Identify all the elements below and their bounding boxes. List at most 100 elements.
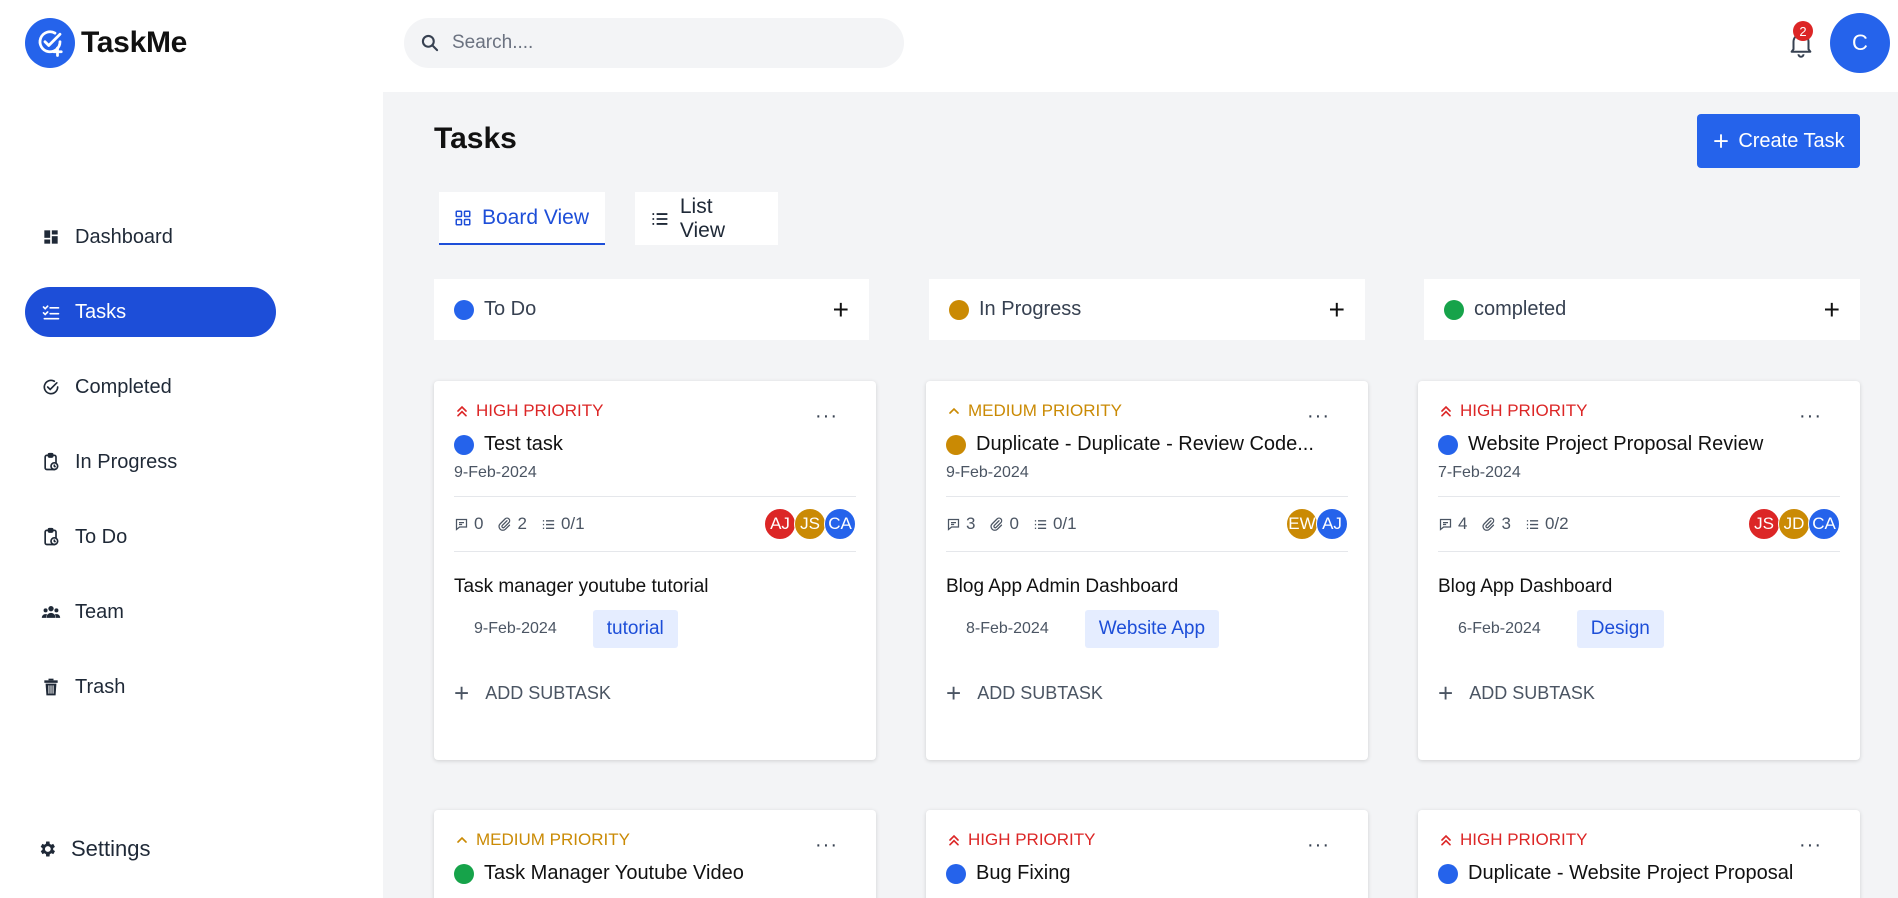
double-chevron-up-icon — [457, 405, 467, 417]
avatar[interactable]: EW — [1286, 508, 1318, 540]
priority-text: HIGH PRIORITY — [1460, 830, 1588, 849]
list-icon — [1034, 519, 1047, 529]
sidebar-item-team[interactable]: Team — [25, 587, 276, 637]
comment-icon — [947, 518, 960, 531]
sidebar-item-trash[interactable]: Trash — [25, 662, 276, 712]
subtask-title: Task manager youtube tutorial — [454, 576, 709, 597]
priority-text: HIGH PRIORITY — [968, 830, 1096, 849]
gear-icon — [40, 841, 55, 857]
sidebar-item-tasks[interactable]: Tasks — [25, 287, 276, 337]
add-task-button[interactable]: + — [1824, 295, 1840, 324]
comment-count: 4 — [1458, 514, 1468, 533]
sidebar-item-label: In Progress — [75, 450, 178, 473]
task-card[interactable]: MEDIUM PRIORITY ··· Task Manager Youtube… — [434, 810, 876, 898]
sidebar-item-label: Trash — [75, 675, 126, 698]
add-task-button[interactable]: + — [1329, 295, 1345, 324]
task-card[interactable]: HIGH PRIORITY ··· Duplicate - Website Pr… — [1418, 810, 1860, 898]
attachment-count: 2 — [517, 514, 527, 533]
column-header-todo: To Do + — [434, 279, 869, 340]
more-options-button[interactable]: ··· — [1307, 405, 1330, 428]
task-title: Test task — [484, 433, 563, 455]
comment-count: 3 — [966, 514, 976, 533]
priority-text: MEDIUM PRIORITY — [968, 401, 1122, 420]
add-task-button[interactable]: + — [833, 295, 849, 324]
sidebar-item-to-do[interactable]: To Do — [25, 512, 276, 562]
add-subtask-button[interactable]: + ADD SUBTASK — [454, 678, 856, 709]
task-date: 9-Feb-2024 — [946, 464, 1029, 481]
avatar[interactable]: JS — [794, 508, 826, 540]
sidebar-item-dashboard[interactable]: Dashboard — [25, 212, 276, 262]
subtask-date: 6-Feb-2024 — [1458, 620, 1541, 637]
settings-button[interactable]: Settings — [37, 836, 151, 862]
tab-label: List View — [679, 194, 726, 242]
task-card[interactable]: MEDIUM PRIORITY ··· Duplicate - Duplicat… — [926, 381, 1368, 760]
divider — [454, 551, 856, 552]
status-dot — [949, 299, 969, 320]
subtask-title: Blog App Admin Dashboard — [946, 576, 1179, 597]
grid-icon — [455, 210, 471, 225]
notification-badge: 2 — [1793, 21, 1813, 41]
column-title: To Do — [484, 298, 537, 320]
add-subtask-button[interactable]: + ADD SUBTASK — [946, 678, 1348, 709]
task-date: 7-Feb-2024 — [1438, 464, 1521, 481]
double-chevron-up-icon — [949, 834, 959, 846]
plus-icon — [1714, 134, 1729, 148]
assignee-avatars: AJ JS CA — [764, 508, 856, 540]
tab-board-view[interactable]: Board View — [439, 192, 605, 245]
avatar[interactable]: CA — [824, 508, 856, 540]
status-dot — [1438, 434, 1458, 455]
chevron-up-icon — [949, 407, 959, 414]
avatar[interactable]: JS — [1748, 508, 1780, 540]
priority-label: HIGH PRIORITY — [946, 830, 1348, 850]
avatar[interactable]: JD — [1778, 508, 1810, 540]
search-icon — [421, 34, 439, 52]
subtask-date: 9-Feb-2024 — [474, 620, 557, 637]
more-options-button[interactable]: ··· — [1307, 834, 1330, 857]
task-title: Duplicate - Website Project Proposal — [1468, 862, 1794, 884]
avatar[interactable]: AJ — [764, 508, 796, 540]
create-task-label: Create Task — [1738, 129, 1845, 152]
logo[interactable]: TaskMe — [25, 18, 187, 68]
attachment-count: 3 — [1501, 514, 1511, 533]
more-options-button[interactable]: ··· — [1799, 834, 1822, 857]
task-card[interactable]: HIGH PRIORITY ··· Test task 9-Feb-2024 0… — [434, 381, 876, 760]
more-options-button[interactable]: ··· — [815, 405, 838, 428]
view-tabs: Board View List View — [439, 192, 778, 245]
avatar[interactable]: AJ — [1316, 508, 1348, 540]
priority-label: HIGH PRIORITY — [1438, 830, 1840, 850]
create-task-button[interactable]: Create Task — [1697, 114, 1860, 168]
subtask-tag: Website App — [1084, 610, 1220, 648]
sidebar-item-in-progress[interactable]: In Progress — [25, 437, 276, 487]
comment-icon — [455, 518, 468, 531]
tab-list-view[interactable]: List View — [635, 192, 778, 245]
task-title: Duplicate - Duplicate - Review Code... — [976, 433, 1314, 455]
more-options-button[interactable]: ··· — [815, 834, 838, 857]
task-card[interactable]: HIGH PRIORITY ··· Bug Fixing — [926, 810, 1368, 898]
sidebar-item-label: Tasks — [75, 300, 127, 323]
list-icon — [1526, 519, 1539, 529]
avatar[interactable]: CA — [1808, 508, 1840, 540]
sidebar-item-label: Dashboard — [75, 225, 173, 248]
sidebar-item-label: To Do — [75, 525, 128, 548]
more-options-button[interactable]: ··· — [1799, 405, 1822, 428]
assignee-avatars: JS JD CA — [1748, 508, 1840, 540]
task-card[interactable]: HIGH PRIORITY ··· Website Project Propos… — [1418, 381, 1860, 760]
trash-icon — [44, 678, 58, 696]
priority-text: HIGH PRIORITY — [1460, 401, 1588, 420]
user-avatar[interactable]: C — [1830, 13, 1890, 73]
add-subtask-button[interactable]: + ADD SUBTASK — [1438, 678, 1840, 709]
paperclip-icon — [990, 516, 1003, 531]
priority-label: MEDIUM PRIORITY — [946, 401, 1348, 421]
priority-label: MEDIUM PRIORITY — [454, 830, 856, 850]
column-title: completed — [1474, 298, 1567, 320]
subtask-count: 0/2 — [1544, 514, 1569, 533]
list-icon — [652, 212, 668, 225]
sidebar-item-completed[interactable]: Completed — [25, 362, 276, 412]
add-subtask-label: ADD SUBTASK — [485, 683, 611, 703]
task-stats: 0 2 0/1 AJ JS CA — [454, 497, 856, 551]
divider — [946, 551, 1348, 552]
clipboard-icon — [44, 527, 59, 546]
task-date: 9-Feb-2024 — [454, 464, 537, 481]
column-header-in-progress: In Progress + — [929, 279, 1365, 340]
search-input[interactable] — [452, 32, 872, 54]
